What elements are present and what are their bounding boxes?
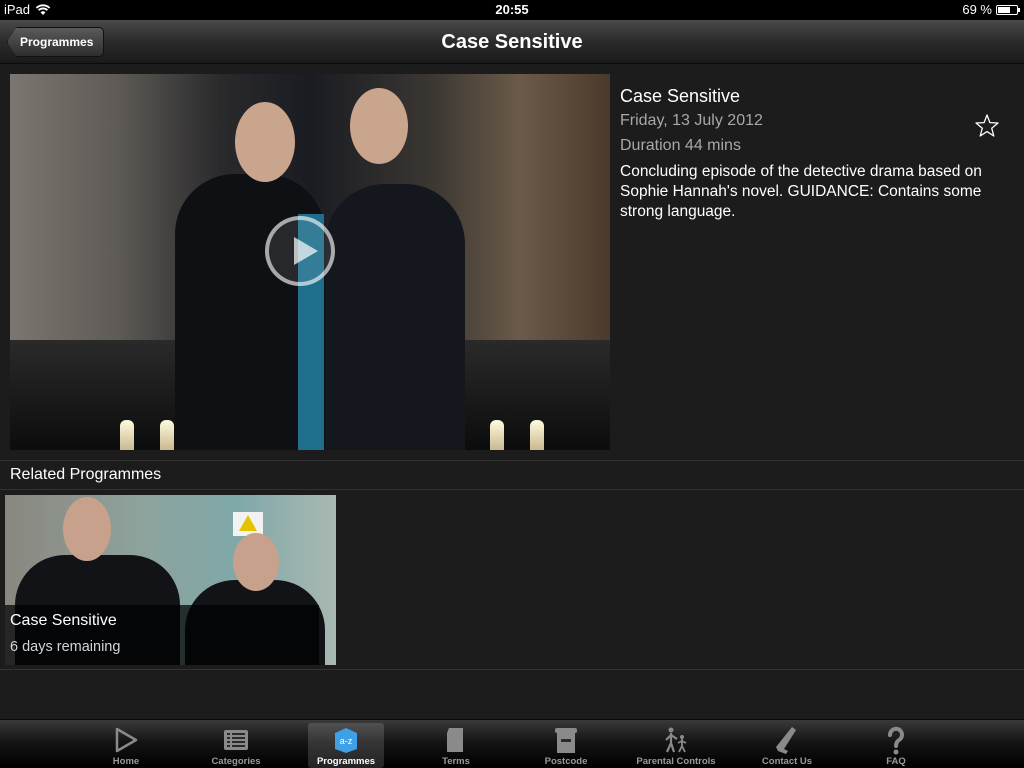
- related-heading: Related Programmes: [10, 466, 162, 483]
- programme-thumbnail[interactable]: [10, 74, 610, 450]
- play-icon: [115, 727, 138, 753]
- battery-percentage: 69 %: [962, 2, 992, 17]
- navigation-bar: Programmes Case Sensitive: [0, 20, 1024, 64]
- programme-title: Case Sensitive: [620, 86, 741, 106]
- divider: [0, 489, 1024, 490]
- tab-label: Parental Controls: [636, 756, 716, 767]
- tab-home[interactable]: Home: [88, 723, 164, 768]
- tab-label: Programmes: [316, 756, 376, 767]
- programme-duration: Duration 44 mins: [620, 137, 741, 154]
- tab-programmes[interactable]: a-z Programmes: [308, 723, 384, 768]
- svg-text:a-z: a-z: [340, 736, 353, 746]
- tab-parental-controls[interactable]: Parental Controls: [636, 723, 716, 768]
- tab-categories[interactable]: Categories: [198, 723, 274, 768]
- actor-face: [350, 88, 408, 164]
- tab-faq[interactable]: FAQ: [858, 723, 934, 768]
- tab-label: Contact Us: [761, 756, 813, 767]
- a-z-icon: a-z: [335, 728, 357, 753]
- question-icon: [888, 726, 904, 755]
- scene-light: [490, 420, 504, 450]
- page-title: Case Sensitive: [441, 31, 583, 53]
- actor-face: [233, 533, 279, 591]
- programme-description: Concluding episode of the detective dram…: [620, 163, 982, 220]
- tab-terms[interactable]: Terms: [418, 723, 494, 768]
- favourite-star-icon[interactable]: [974, 113, 1000, 139]
- family-icon: [665, 727, 687, 753]
- divider: [0, 460, 1024, 461]
- play-button[interactable]: [265, 216, 335, 286]
- tab-label: Home: [112, 756, 140, 767]
- divider: [0, 669, 1024, 670]
- tab-label: Categories: [211, 756, 261, 767]
- programme-date: Friday, 13 July 2012: [620, 112, 763, 129]
- actor-face: [235, 102, 295, 182]
- tab-postcode[interactable]: Postcode: [528, 723, 604, 768]
- document-icon: [447, 728, 463, 752]
- actor-figure: [325, 184, 465, 450]
- related-title: Case Sensitive: [10, 612, 117, 629]
- postbox-icon: [555, 728, 577, 753]
- tab-label: FAQ: [886, 756, 906, 767]
- programme-details: Case Sensitive Friday, 13 July 2012 Dura…: [620, 86, 1010, 222]
- list-icon: [224, 730, 248, 750]
- battery-icon: [996, 4, 1020, 15]
- status-time: 20:55: [495, 2, 529, 17]
- status-bar: iPad 20:55 69 %: [0, 0, 1024, 20]
- scene-light: [120, 420, 134, 450]
- related-availability: 6 days remaining: [10, 639, 121, 655]
- related-programme-card[interactable]: Case Sensitive 6 days remaining: [5, 495, 336, 665]
- tab-bar: Home Categories a-z Programmes Terms Pos…: [0, 719, 1024, 768]
- actor-face: [63, 497, 111, 561]
- phone-icon: [776, 727, 796, 754]
- scene-light: [160, 420, 174, 450]
- tab-contact-us[interactable]: Contact Us: [749, 723, 825, 768]
- scene-light: [530, 420, 544, 450]
- tab-label: Postcode: [544, 756, 588, 767]
- tab-label: Terms: [442, 756, 470, 767]
